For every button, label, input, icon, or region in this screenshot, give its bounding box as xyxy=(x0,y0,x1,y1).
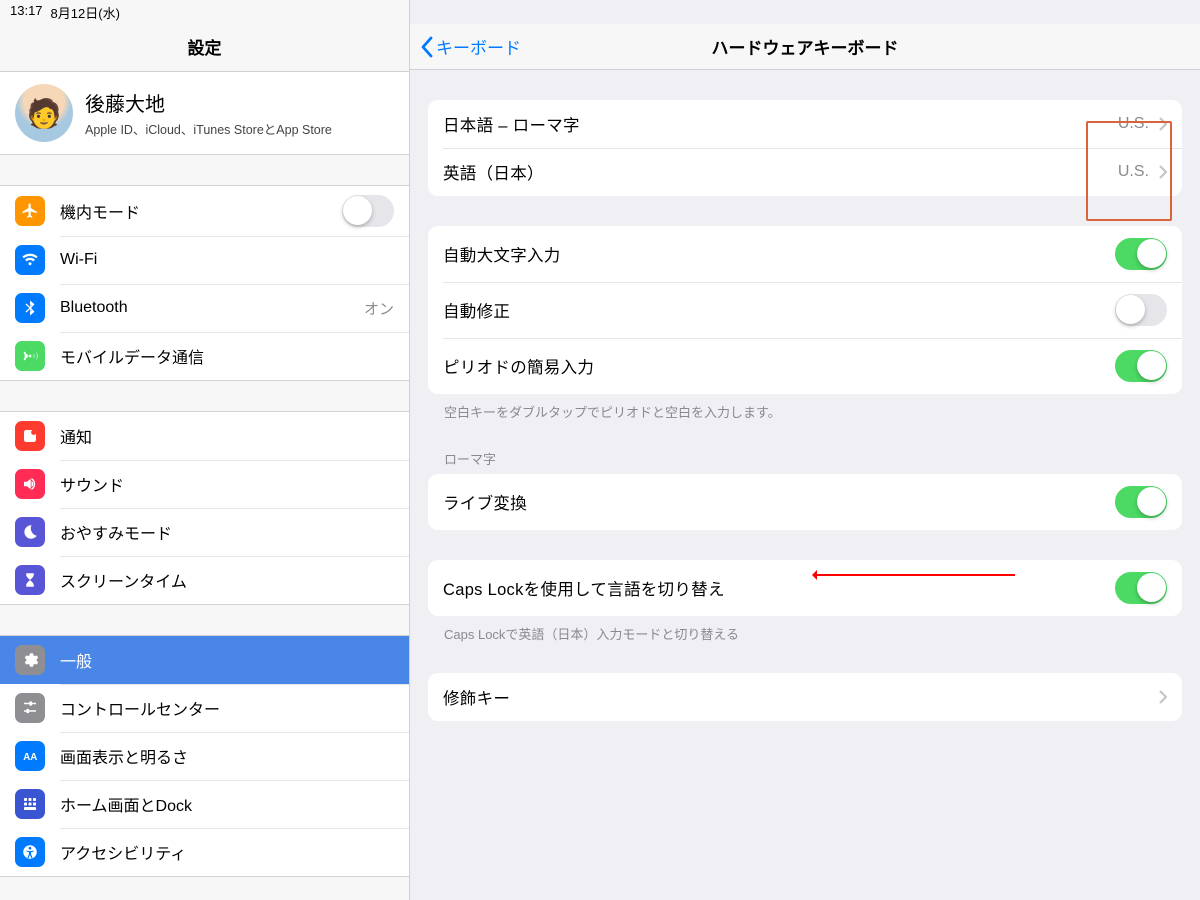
back-label: キーボード xyxy=(436,34,521,59)
cellular-icon xyxy=(15,341,45,371)
row-modifier-keys[interactable]: 修飾キー xyxy=(428,673,1182,721)
avatar: 🧑 xyxy=(15,84,73,142)
profile-name: 後藤大地 xyxy=(85,88,332,117)
detail-pane: キーボード ハードウェアキーボード 日本語 – ローマ字 U.S. 英語（日本）… xyxy=(410,0,1200,900)
toggle-auto-correct[interactable] xyxy=(1115,294,1167,326)
sidebar-item-cellular[interactable]: モバイルデータ通信 xyxy=(0,332,409,380)
sidebar-item-general[interactable]: 一般 xyxy=(0,636,409,684)
sidebar-item-display[interactable]: AA 画面表示と明るさ xyxy=(0,732,409,780)
bluetooth-value: オン xyxy=(364,298,394,319)
row-live-conversion: ライブ変換 xyxy=(428,474,1182,530)
airplane-icon xyxy=(15,196,45,226)
sidebar-item-airplane[interactable]: 機内モード xyxy=(0,186,409,236)
page-title: ハードウェアキーボード xyxy=(410,34,1200,59)
airplane-toggle[interactable] xyxy=(342,195,394,227)
sidebar-item-screentime[interactable]: スクリーンタイム xyxy=(0,556,409,604)
wifi-icon xyxy=(15,245,45,275)
toggle-period-shortcut[interactable] xyxy=(1115,350,1167,382)
toggle-live-conversion[interactable] xyxy=(1115,486,1167,518)
chevron-left-icon xyxy=(420,36,434,58)
chevron-right-icon xyxy=(1159,165,1167,179)
chevron-right-icon xyxy=(1159,117,1167,131)
period-footer: 空白キーをダブルタップでピリオドと空白を入力します。 xyxy=(410,394,1200,421)
sound-icon xyxy=(15,469,45,499)
gear-icon xyxy=(15,645,45,675)
bluetooth-icon xyxy=(15,293,45,323)
hourglass-icon xyxy=(15,565,45,595)
sidebar-item-home-screen[interactable]: ホーム画面とDock xyxy=(0,780,409,828)
nav-bar: キーボード ハードウェアキーボード xyxy=(410,24,1200,70)
row-japanese-romaji[interactable]: 日本語 – ローマ字 U.S. xyxy=(428,100,1182,148)
notifications-icon xyxy=(15,421,45,451)
row-english-japan[interactable]: 英語（日本） U.S. xyxy=(428,148,1182,196)
section-romaji: ローマ字 xyxy=(410,421,1200,474)
group-capslock: Caps Lockを使用して言語を切り替え xyxy=(428,560,1182,616)
group-auto: 自動大文字入力 自動修正 ピリオドの簡易入力 xyxy=(428,226,1182,394)
text-size-icon: AA xyxy=(15,741,45,771)
sidebar-item-accessibility[interactable]: アクセシビリティ xyxy=(0,828,409,876)
sidebar: 設定 🧑 後藤大地 Apple ID、iCloud、iTunes StoreとA… xyxy=(0,0,410,900)
row-capslock-switch: Caps Lockを使用して言語を切り替え xyxy=(428,560,1182,616)
group-languages: 日本語 – ローマ字 U.S. 英語（日本） U.S. xyxy=(428,100,1182,196)
group-live: ライブ変換 xyxy=(428,474,1182,530)
accessibility-icon xyxy=(15,837,45,867)
sidebar-item-wifi[interactable]: Wi-Fi xyxy=(0,236,409,284)
sidebar-profile[interactable]: 🧑 後藤大地 Apple ID、iCloud、iTunes StoreとApp … xyxy=(0,71,409,155)
sidebar-item-sound[interactable]: サウンド xyxy=(0,460,409,508)
group-modifier: 修飾キー xyxy=(428,673,1182,721)
grid-icon xyxy=(15,789,45,819)
svg-text:AA: AA xyxy=(23,752,37,763)
profile-sub: Apple ID、iCloud、iTunes StoreとApp Store xyxy=(85,119,332,138)
capslock-footer: Caps Lockで英語（日本）入力モードと切り替える xyxy=(410,616,1200,643)
toggle-auto-caps[interactable] xyxy=(1115,238,1167,270)
row-period-shortcut: ピリオドの簡易入力 xyxy=(428,338,1182,394)
sidebar-item-dnd[interactable]: おやすみモード xyxy=(0,508,409,556)
sidebar-item-bluetooth[interactable]: Bluetooth オン xyxy=(0,284,409,332)
sidebar-item-control-center[interactable]: コントロールセンター xyxy=(0,684,409,732)
sidebar-item-notifications[interactable]: 通知 xyxy=(0,412,409,460)
sliders-icon xyxy=(15,693,45,723)
moon-icon xyxy=(15,517,45,547)
row-auto-correct: 自動修正 xyxy=(428,282,1182,338)
row-label: 機内モード xyxy=(60,199,140,223)
toggle-capslock-switch[interactable] xyxy=(1115,572,1167,604)
row-auto-caps: 自動大文字入力 xyxy=(428,226,1182,282)
chevron-right-icon xyxy=(1159,690,1167,704)
sidebar-title: 設定 xyxy=(0,24,409,71)
back-button[interactable]: キーボード xyxy=(420,34,521,59)
